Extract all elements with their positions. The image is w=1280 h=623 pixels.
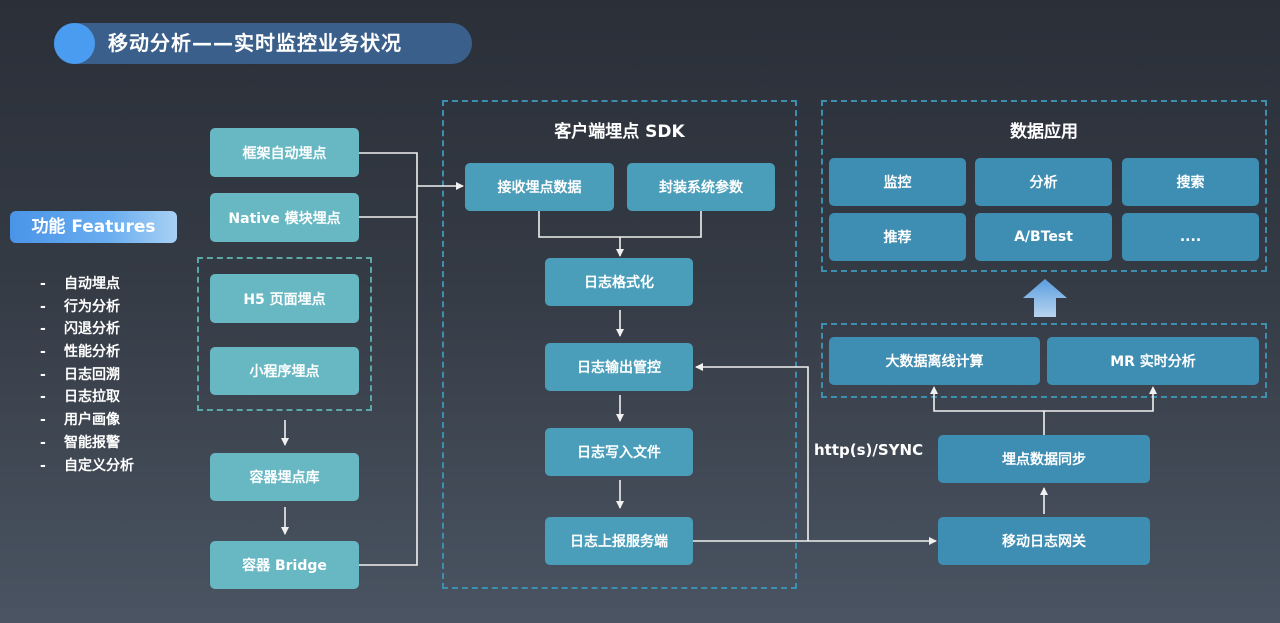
protocol-label: http(s)/SYNC [814, 441, 924, 459]
feature-item: - 闪退分析 [40, 318, 134, 341]
feature-item: - 智能报警 [40, 432, 134, 455]
bullet: - [40, 298, 46, 315]
title-dot-icon [54, 23, 95, 64]
feature-label: 闪退分析 [64, 321, 120, 338]
feature-item: - 自动埋点 [40, 273, 134, 296]
h5-page-box: H5 页面埋点 [210, 274, 359, 323]
feature-label: 日志拉取 [64, 389, 120, 406]
framework-auto-box: 框架自动埋点 [210, 128, 359, 177]
mini-program-box: 小程序埋点 [210, 347, 359, 395]
feature-label: 性能分析 [64, 344, 120, 361]
container-lib-box: 容器埋点库 [210, 453, 359, 501]
log-upload-box: 日志上报服务端 [545, 517, 693, 565]
wrap-params-box: 封装系统参数 [627, 163, 775, 211]
bullet: - [40, 321, 46, 338]
app-analysis-box: 分析 [975, 158, 1112, 206]
realtime-analysis-box: MR 实时分析 [1047, 337, 1259, 385]
container-bridge-box: 容器 Bridge [210, 541, 359, 589]
app-monitor-box: 监控 [829, 158, 966, 206]
data-app-title: 数据应用 [1010, 122, 1078, 142]
feature-item: - 性能分析 [40, 341, 134, 364]
features-badge: 功能 Features [10, 211, 177, 243]
bullet: - [40, 434, 46, 451]
log-format-box: 日志格式化 [545, 258, 693, 306]
feature-item: - 用户画像 [40, 409, 134, 432]
log-write-file-box: 日志写入文件 [545, 428, 693, 476]
feature-label: 自定义分析 [64, 457, 134, 474]
feature-label: 智能报警 [64, 434, 120, 451]
feature-label: 行为分析 [64, 298, 120, 315]
bullet: - [40, 276, 46, 292]
app-more-box: .... [1122, 213, 1259, 261]
native-module-box: Native 模块埋点 [210, 193, 359, 242]
big-up-arrow-icon [1023, 279, 1067, 317]
app-abtest-box: A/BTest [975, 213, 1112, 261]
bullet: - [40, 366, 46, 383]
sdk-title: 客户端埋点 SDK [554, 122, 685, 142]
feature-label: 用户画像 [64, 412, 120, 429]
feature-item: - 自定义分析 [40, 455, 134, 478]
log-gateway-box: 移动日志网关 [938, 517, 1150, 565]
feature-item: - 日志回溯 [40, 364, 134, 387]
feature-label: 日志回溯 [64, 366, 120, 383]
receive-data-box: 接收埋点数据 [465, 163, 614, 211]
bullet: - [40, 412, 46, 429]
bullet: - [40, 344, 46, 361]
feature-item: - 行为分析 [40, 296, 134, 319]
data-sync-box: 埋点数据同步 [938, 435, 1150, 483]
log-output-control-box: 日志输出管控 [545, 343, 693, 391]
offline-compute-box: 大数据离线计算 [829, 337, 1040, 385]
feature-label: 自动埋点 [64, 276, 120, 292]
bullet: - [40, 389, 46, 406]
bullet: - [40, 457, 46, 474]
features-list: - 自动埋点 - 行为分析 - 闪退分析 - 性能分析 - 日志回溯 - 日志拉取 - 用户画… [40, 273, 134, 477]
app-recommend-box: 推荐 [829, 213, 966, 261]
page-title: 移动分析——实时监控业务状况 [108, 31, 402, 55]
feature-item: - 日志拉取 [40, 386, 134, 409]
app-search-box: 搜索 [1122, 158, 1259, 206]
